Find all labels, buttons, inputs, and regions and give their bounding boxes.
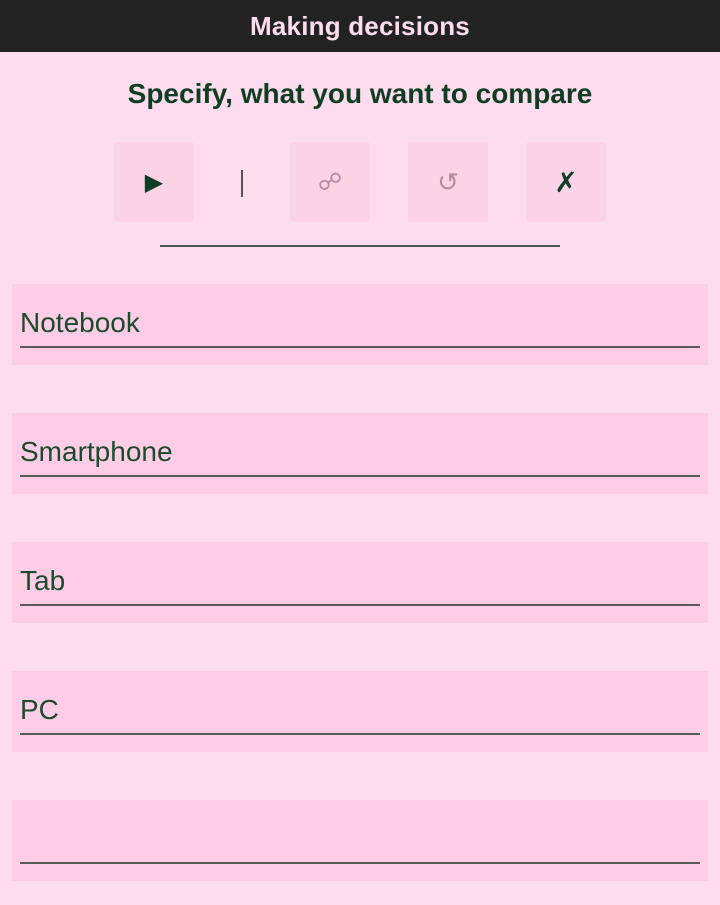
item-field-2 [12,413,708,494]
toolbar-separator [241,170,243,197]
reset-button[interactable]: ↺ [408,142,488,222]
link-button[interactable]: ☍ [290,142,370,222]
title-bar: Making decisions [0,0,720,52]
toolbar-divider [160,245,560,247]
reset-icon: ↺ [437,166,459,197]
page-heading: Specify, what you want to compare [127,78,593,109]
link-icon: ☍ [317,168,343,196]
item-input-3[interactable] [20,558,700,606]
start-button[interactable]: ▶ [114,142,194,222]
app-title: Making decisions [250,10,470,41]
play-icon: ▶ [144,168,164,196]
item-input-1[interactable] [20,300,700,348]
item-field-5 [12,800,708,881]
item-input-5[interactable] [20,816,700,864]
item-input-2[interactable] [20,429,700,477]
item-input-4[interactable] [20,687,700,735]
clear-icon: ✗ [554,166,578,198]
item-field-1 [12,284,708,365]
item-field-4 [12,671,708,752]
item-field-3 [12,542,708,623]
clear-button[interactable]: ✗ [526,142,606,222]
